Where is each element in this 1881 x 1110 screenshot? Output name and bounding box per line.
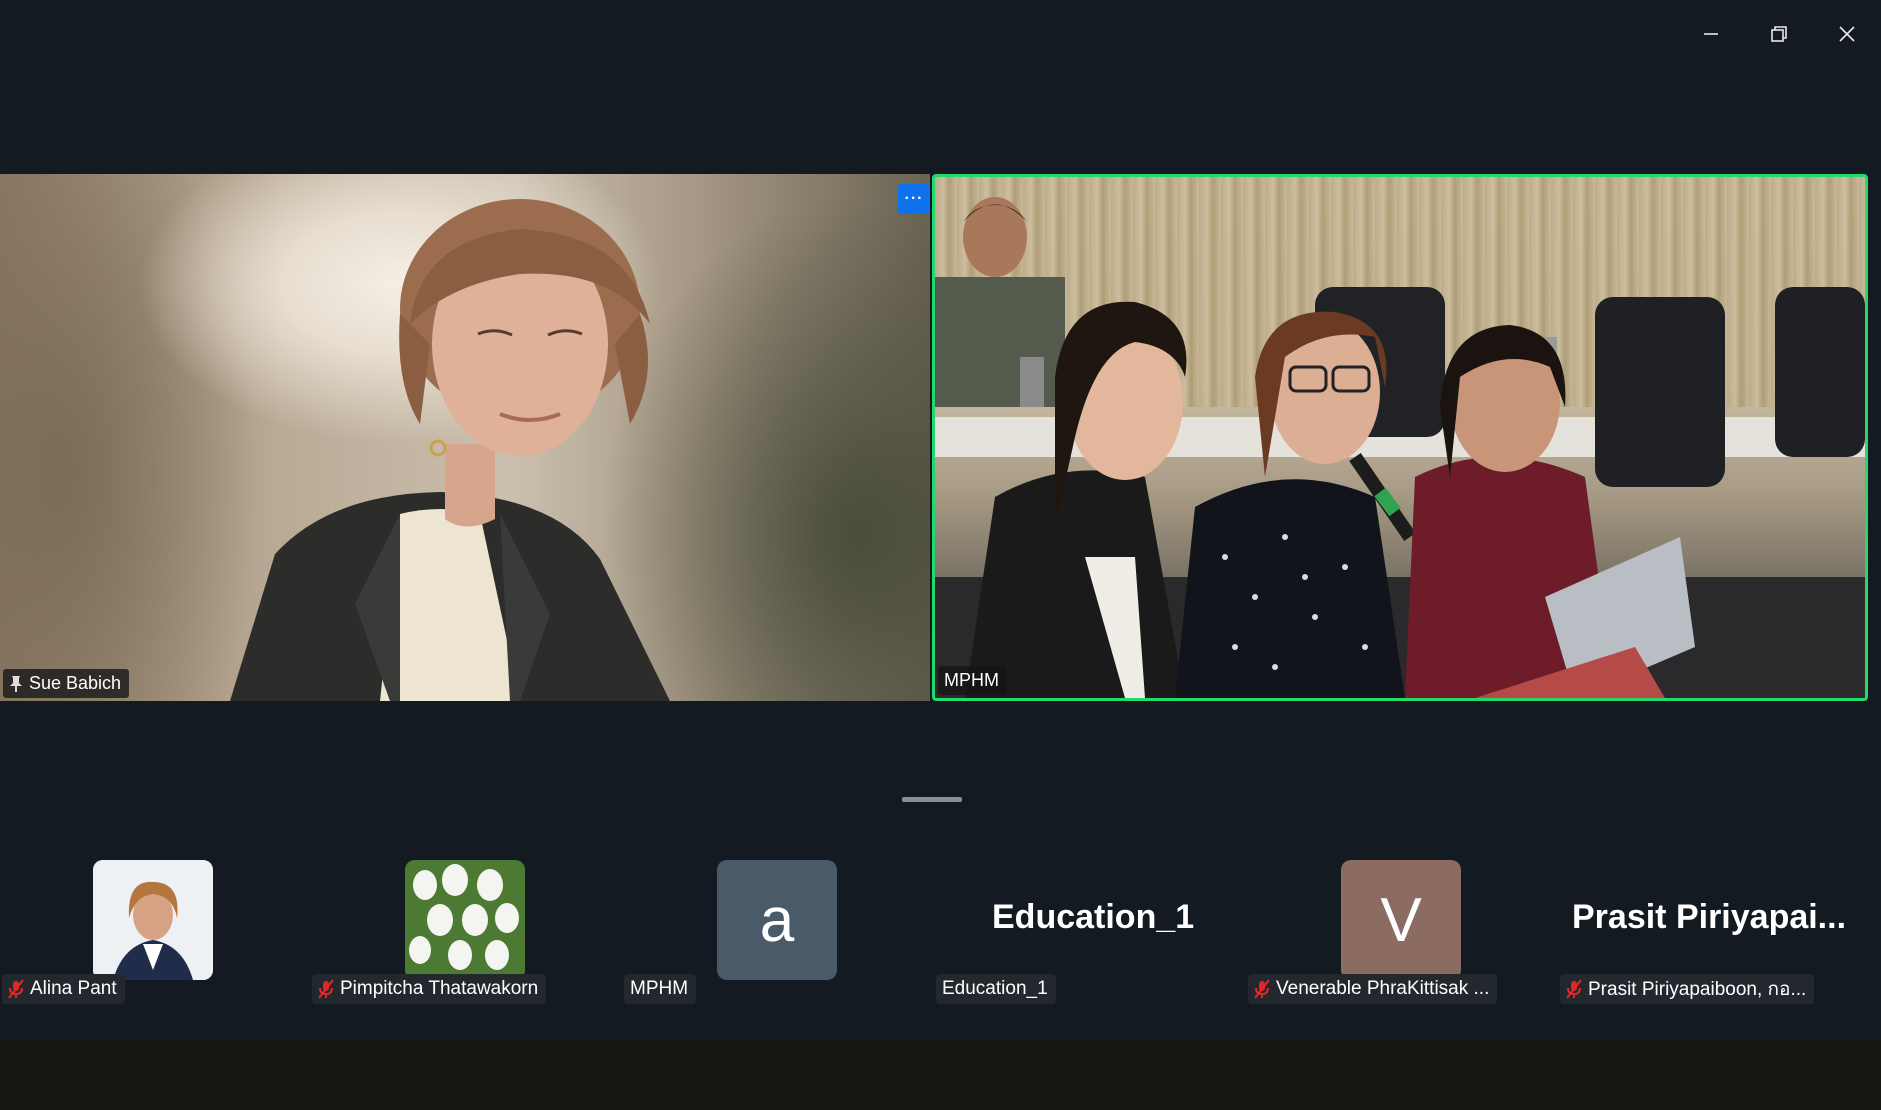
gallery-tile[interactable]: Education_1 Education_1 — [934, 858, 1246, 1008]
avatar-photo — [93, 860, 213, 980]
participant-name: Education_1 — [942, 978, 1048, 999]
participant-display-name: Prasit Piriyapai... — [1572, 898, 1847, 936]
avatar: a — [717, 860, 837, 980]
minimize-button[interactable] — [1677, 14, 1745, 54]
avatar — [405, 860, 525, 980]
pin-icon — [10, 675, 22, 692]
mic-muted-icon — [1566, 979, 1582, 999]
participant-name: Venerable PhraKittisak ... — [1276, 978, 1490, 999]
participant-name-tag: MPHM — [938, 666, 1007, 695]
more-options-button[interactable]: ··· — [898, 184, 930, 214]
window-controls — [1677, 14, 1881, 54]
resize-handle[interactable] — [902, 797, 962, 802]
close-button[interactable] — [1813, 14, 1881, 54]
gallery-tile[interactable]: Pimpitcha Thatawakorn — [310, 858, 622, 1008]
participant-name: MPHM — [944, 670, 999, 690]
participant-label: Alina Pant — [2, 974, 125, 1004]
participant-name: Prasit Piriyapaiboon, กอ... — [1588, 979, 1807, 1000]
gallery-tile[interactable]: Alina Pant — [0, 858, 312, 1008]
restore-icon — [1771, 26, 1787, 42]
participant-label: Prasit Piriyapaiboon, กอ... — [1560, 974, 1815, 1004]
avatar-letter: V — [1380, 885, 1422, 955]
participant-label: Education_1 — [936, 974, 1056, 1004]
mic-muted-icon — [8, 979, 24, 999]
participant-name-tag: Sue Babich — [3, 669, 130, 698]
bottom-bar — [0, 1040, 1881, 1110]
participant-label: MPHM — [624, 974, 697, 1004]
video-tile-mphm[interactable]: MPHM — [932, 174, 1868, 701]
participant-name: Sue Babich — [29, 673, 122, 693]
minimize-icon — [1704, 33, 1718, 35]
more-options-label: ··· — [904, 190, 924, 207]
mic-muted-icon — [1254, 979, 1270, 999]
participant-video-people — [935, 197, 1865, 698]
participant-name: Alina Pant — [30, 978, 117, 999]
avatar-letter: a — [759, 885, 795, 955]
gallery-tile[interactable]: V Venerable PhraKittisak ... — [1246, 858, 1558, 1008]
avatar: V — [1341, 860, 1461, 980]
video-stage: Sue Babich MPHM — [0, 174, 1870, 701]
gallery-strip: Alina Pant Pimpitcha Thatawakorn a MPHM … — [0, 858, 1881, 1008]
gallery-tile[interactable]: Prasit Piriyapai... Prasit Piriyapaiboon… — [1558, 858, 1881, 1008]
participant-name: Pimpitcha Thatawakorn — [340, 978, 539, 999]
avatar — [93, 860, 213, 980]
participant-label: Pimpitcha Thatawakorn — [312, 974, 547, 1004]
participant-video-person — [230, 199, 670, 701]
mic-muted-icon — [318, 979, 334, 999]
close-icon — [1839, 26, 1855, 42]
video-tile-sue-babich[interactable]: Sue Babich — [0, 174, 930, 701]
restore-button[interactable] — [1745, 14, 1813, 54]
participant-label: Venerable PhraKittisak ... — [1248, 974, 1498, 1004]
participant-name: MPHM — [630, 978, 689, 999]
gallery-tile[interactable]: a MPHM — [622, 858, 934, 1008]
avatar-photo — [405, 860, 525, 980]
participant-display-name: Education_1 — [992, 898, 1195, 936]
